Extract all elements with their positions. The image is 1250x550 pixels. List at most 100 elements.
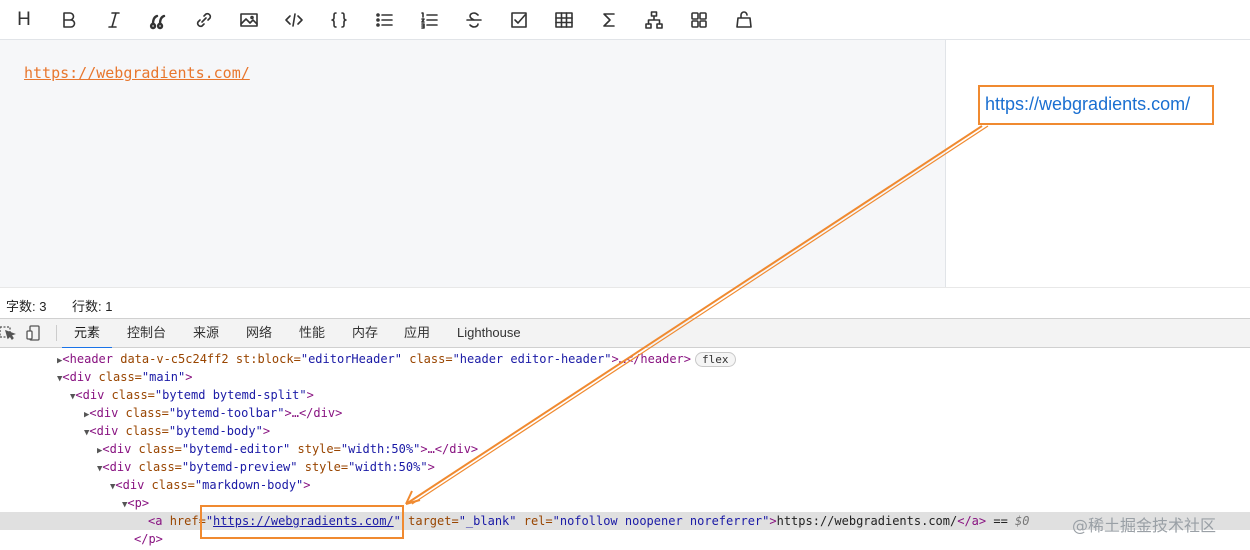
bullet-list-icon: [376, 13, 393, 27]
task-list-button[interactable]: [505, 6, 533, 34]
tag-text: >: [427, 460, 435, 474]
attr-text: target=: [400, 514, 459, 528]
tag-text: >…</div>: [284, 406, 343, 420]
tag-text: </a>: [957, 514, 987, 528]
tag-text: >: [262, 424, 271, 438]
attr-text: class=: [98, 370, 142, 384]
dom-node-p-close[interactable]: </p>: [0, 530, 1250, 548]
tag-text: >: [306, 388, 314, 402]
editor-text[interactable]: https://webgradients.com/: [24, 64, 250, 82]
frontmatter-button[interactable]: [730, 6, 758, 34]
tab-sources[interactable]: 来源: [193, 319, 219, 347]
tab-lighthouse[interactable]: Lighthouse: [457, 319, 521, 347]
image-button[interactable]: [235, 6, 263, 34]
inspect-cursor-icon[interactable]: [0, 325, 16, 341]
attr-text: class=: [138, 442, 182, 456]
tag-text: <div: [115, 478, 152, 492]
highlight-box-preview: [978, 85, 1214, 125]
attr-text: class=: [125, 424, 169, 438]
editor-toolbar: H: [0, 0, 1250, 40]
highlight-box-dom: [200, 505, 404, 539]
dom-tree: ▶<header data-v-c5c24ff2 st:block="edito…: [0, 348, 1250, 550]
dom-node-body[interactable]: ▼<div class="bytemd-body">: [0, 422, 1250, 440]
tab-console[interactable]: 控制台: [127, 319, 166, 347]
attr-value: "bytemd-preview": [181, 460, 298, 474]
italic-icon: [108, 12, 120, 28]
math-button[interactable]: [595, 6, 623, 34]
code-button[interactable]: [280, 6, 308, 34]
tag-text: <header: [62, 352, 121, 366]
numbered-list-icon: [421, 12, 438, 29]
attr-value: "bytemd-body": [168, 424, 263, 438]
attr-text: style=: [297, 460, 349, 474]
gallery-button[interactable]: [685, 6, 713, 34]
table-icon: [555, 12, 573, 28]
tag-text: >: [185, 370, 193, 384]
attr-text: style=: [290, 442, 341, 456]
italic-button[interactable]: [100, 6, 128, 34]
dom-node-a-selected[interactable]: <a href="https://webgradients.com/" targ…: [0, 512, 1250, 530]
tab-memory[interactable]: 内存: [352, 319, 378, 347]
status-bar: 字数: 3 行数: 1: [0, 287, 1250, 317]
checkbox-icon: [511, 12, 527, 28]
tag-text: <div: [102, 460, 139, 474]
diagram-button[interactable]: [640, 6, 668, 34]
dom-node-p[interactable]: ▼<p>: [0, 494, 1250, 512]
attr-text: rel=: [516, 514, 553, 528]
devtools-tab-bar: 元素 控制台 来源 网络 性能 内存 应用 Lighthouse: [0, 318, 1250, 349]
tag-text: <div: [89, 406, 126, 420]
word-count: 字数: 3: [6, 299, 47, 314]
tag-text: >: [769, 514, 777, 528]
attr-value: "markdown-body": [194, 478, 304, 492]
code-block-button[interactable]: [325, 6, 353, 34]
device-toggle-icon[interactable]: [26, 325, 42, 341]
ordered-list-button[interactable]: [415, 6, 443, 34]
tab-network[interactable]: 网络: [246, 319, 272, 347]
heading-button[interactable]: H: [10, 6, 38, 34]
node-text: https://webgradients.com/: [776, 514, 958, 528]
image-icon: [240, 13, 258, 27]
dom-node-header[interactable]: ▶<header data-v-c5c24ff2 st:block="edito…: [0, 350, 1250, 368]
tag-text: <div: [89, 424, 126, 438]
attr-value: "bytemd bytemd-split": [154, 388, 307, 402]
attr-value: "width:50%": [348, 460, 428, 474]
tag-text: >: [303, 478, 311, 492]
tab-application[interactable]: 应用: [404, 319, 430, 347]
console-ref: $0: [1015, 514, 1030, 528]
tab-performance[interactable]: 性能: [299, 319, 325, 347]
quote-button[interactable]: [145, 6, 173, 34]
bold-button[interactable]: [55, 6, 83, 34]
markdown-editor[interactable]: https://webgradients.com/: [0, 40, 946, 287]
quote-icon: [149, 14, 166, 30]
link-icon: [196, 12, 212, 28]
tag-text: <div: [102, 442, 139, 456]
tag-text: >…</div>: [420, 442, 479, 456]
table-button[interactable]: [550, 6, 578, 34]
diagram-icon: [645, 11, 663, 29]
grid-icon: [691, 12, 707, 28]
lock-shape-icon: [736, 11, 752, 28]
dom-node-main[interactable]: ▼<div class="main">: [0, 368, 1250, 386]
tag-text: <div: [75, 388, 112, 402]
dom-node-preview[interactable]: ▼<div class="bytemd-preview" style="widt…: [0, 458, 1250, 476]
tab-separator: [56, 325, 57, 341]
watermark: @稀土掘金技术社区: [1072, 516, 1217, 535]
tab-elements[interactable]: 元素: [62, 319, 112, 349]
braces-icon: [331, 12, 347, 28]
attr-value: "main": [141, 370, 186, 384]
flex-badge[interactable]: flex: [695, 352, 736, 367]
tag-text: <p>: [127, 496, 150, 510]
dom-node-editor[interactable]: ▶<div class="bytemd-editor" style="width…: [0, 440, 1250, 458]
unordered-list-button[interactable]: [370, 6, 398, 34]
code-icon: [285, 13, 303, 27]
line-count: 行数: 1: [72, 299, 113, 314]
strikethrough-icon: [466, 12, 482, 28]
dom-node-toolbar[interactable]: ▶<div class="bytemd-toolbar">…</div>: [0, 404, 1250, 422]
dom-node-markdown-body[interactable]: ▼<div class="markdown-body">: [0, 476, 1250, 494]
tag-text: <a: [148, 514, 170, 528]
link-button[interactable]: [190, 6, 218, 34]
attr-text: class=: [138, 460, 182, 474]
attr-text: class=: [125, 406, 169, 420]
strikethrough-button[interactable]: [460, 6, 488, 34]
dom-node-bytemd[interactable]: ▼<div class="bytemd bytemd-split">: [0, 386, 1250, 404]
